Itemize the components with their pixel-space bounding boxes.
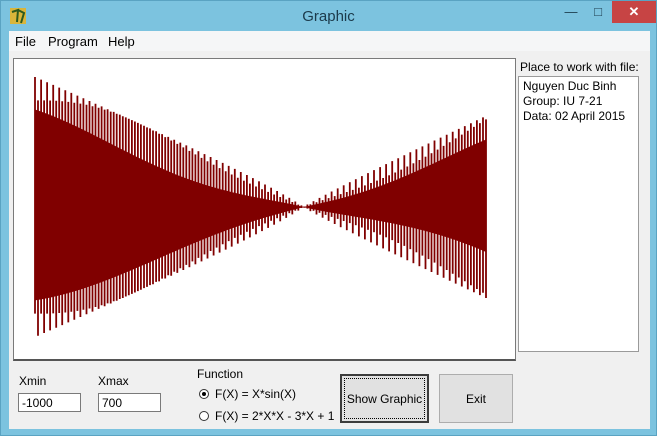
xmax-input[interactable]	[98, 393, 161, 412]
menu-file[interactable]: File	[15, 34, 36, 49]
menu-program-label: Program	[48, 34, 98, 49]
function-plot	[34, 77, 487, 336]
xmin-input[interactable]	[18, 393, 81, 412]
client-area: File Program Help Place to work with fil…	[9, 31, 650, 429]
radio-xsinx[interactable]: F(X) = X*sin(X)	[199, 387, 296, 401]
menu-help[interactable]: Help	[108, 34, 135, 49]
exit-button[interactable]: Exit	[439, 374, 513, 423]
radio-quadratic[interactable]: F(X) = 2*X*X - 3*X + 1	[199, 409, 334, 423]
maximize-button[interactable]: □	[585, 1, 611, 23]
menu-help-label: Help	[108, 34, 135, 49]
memo-line: Group: IU 7-21	[523, 94, 603, 108]
radio-selected-icon	[199, 389, 209, 399]
menu-program[interactable]: Program	[48, 34, 98, 49]
menu-bar: File Program Help	[9, 31, 650, 51]
close-button[interactable]: ✕	[612, 1, 656, 23]
plot-core	[35, 109, 486, 301]
file-panel-label: Place to work with file:	[520, 60, 639, 74]
main-window: Graphic — □ ✕ File Program Help Place to…	[0, 0, 657, 436]
xmax-label: Xmax	[98, 374, 129, 388]
memo-line: Data: 02 April 2015	[523, 109, 626, 123]
xmin-label: Xmin	[19, 374, 47, 388]
memo-line: Nguyen Duc Binh	[523, 79, 617, 93]
menu-file-label: File	[15, 34, 36, 49]
radio-unselected-icon	[199, 411, 209, 421]
title-bar[interactable]: Graphic — □ ✕	[1, 1, 656, 31]
radio-quadratic-label: F(X) = 2*X*X - 3*X + 1	[215, 409, 335, 423]
minimize-button[interactable]: —	[558, 1, 584, 23]
graph-canvas[interactable]	[13, 58, 516, 361]
radio-xsinx-label: F(X) = X*sin(X)	[215, 387, 297, 401]
file-memo[interactable]: Nguyen Duc Binh Group: IU 7-21 Data: 02 …	[518, 76, 639, 352]
function-group-label: Function	[197, 367, 244, 381]
show-graphic-button[interactable]: Show Graphic	[340, 374, 429, 423]
